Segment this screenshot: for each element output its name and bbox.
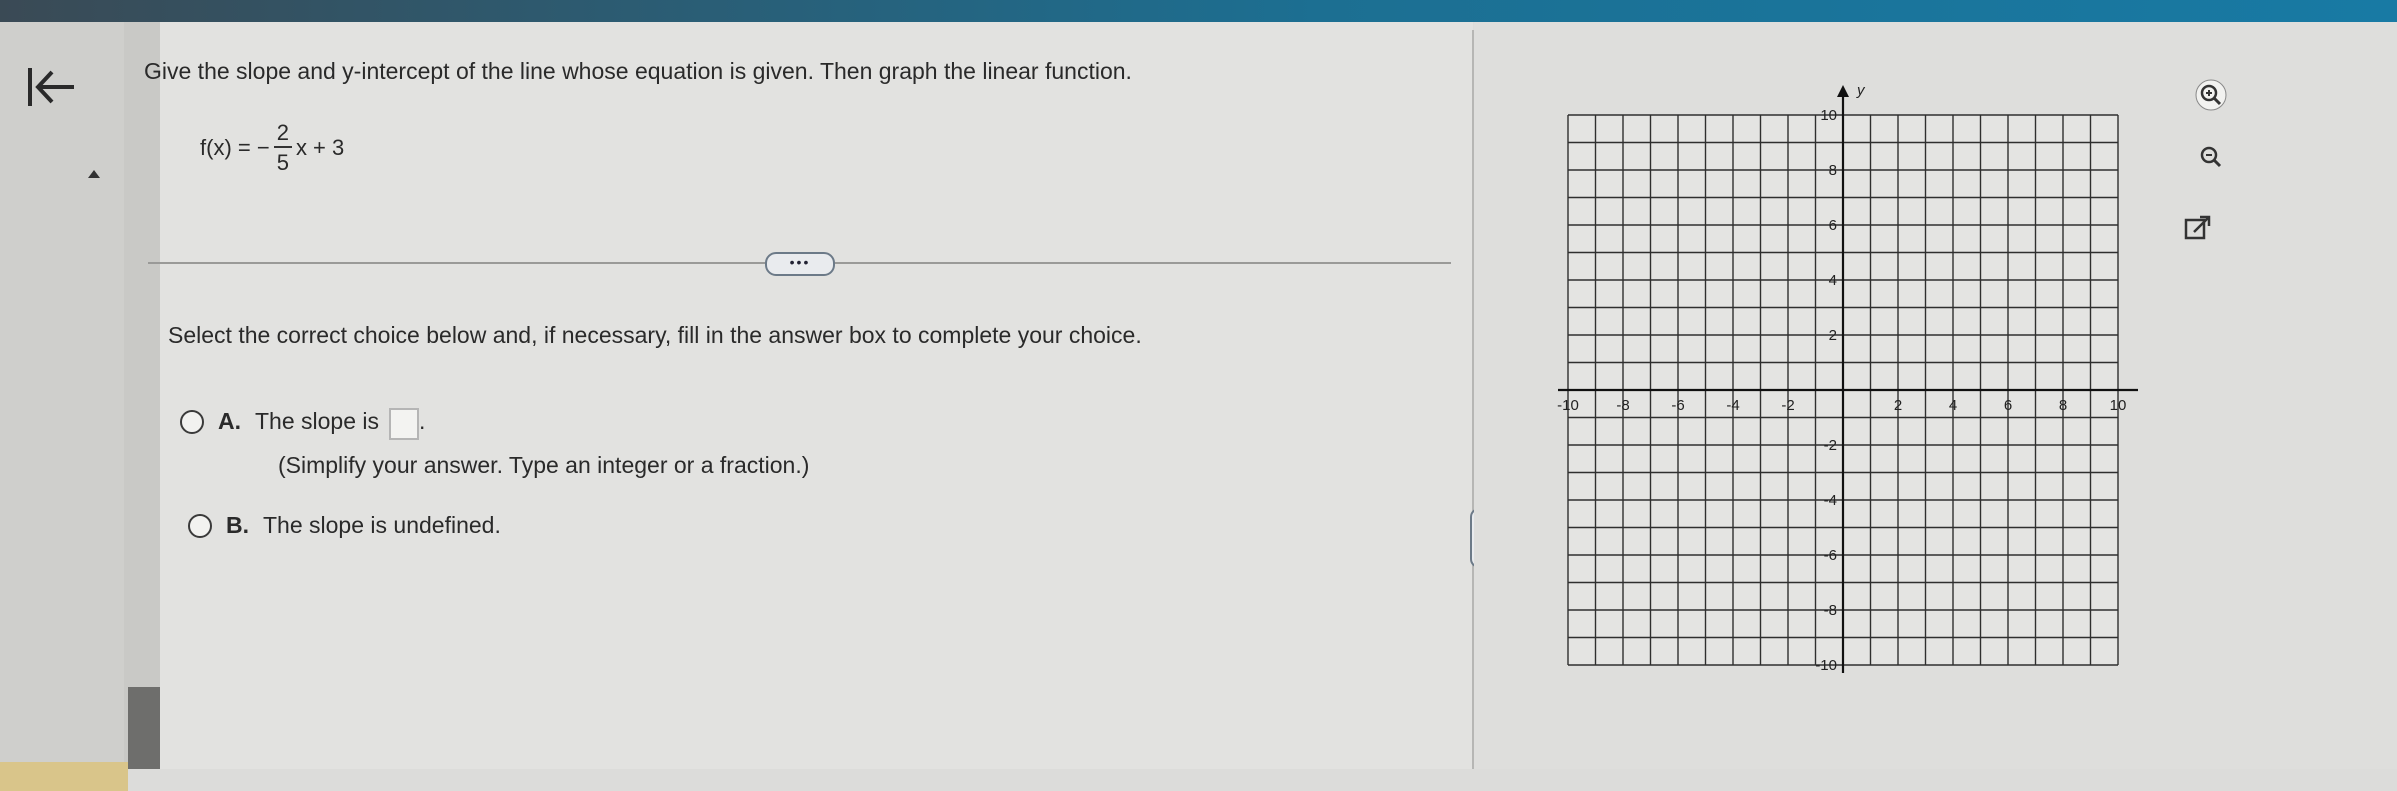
y-tick-label: 2 <box>1829 327 1837 344</box>
rail-strip <box>124 22 160 769</box>
y-tick-label: -8 <box>1824 602 1837 619</box>
instruction-text: Select the correct choice below and, if … <box>168 322 1142 348</box>
y-tick-label: 6 <box>1829 217 1837 234</box>
equation-rhs: x + 3 <box>295 135 345 160</box>
y-tick-label: 4 <box>1829 272 1837 289</box>
collapse-arrow-icon[interactable] <box>88 170 100 178</box>
choice-b-text: The slope is undefined. <box>263 512 501 538</box>
question-prompt: Give the slope and y-intercept of the li… <box>144 58 1132 84</box>
zoom-in-icon[interactable] <box>2194 78 2228 112</box>
choice-a-text: The slope is <box>255 408 380 434</box>
slope-answer-box[interactable] <box>389 408 420 440</box>
y-tick-label: -6 <box>1824 547 1837 564</box>
y-tick-label: -10 <box>1815 657 1837 674</box>
choice-b-radio[interactable] <box>188 514 212 538</box>
x-tick-label: -10 <box>1557 397 1579 414</box>
more-button[interactable]: ••• <box>765 252 835 276</box>
x-tick-label: -4 <box>1726 397 1739 414</box>
x-tick-label: 6 <box>2004 397 2012 414</box>
expand-icon[interactable] <box>2180 212 2214 246</box>
x-tick-label: -6 <box>1671 397 1684 414</box>
rail-scroll-thumb[interactable] <box>128 687 160 769</box>
choice-b-letter: B. <box>226 512 249 538</box>
zoom-out-icon[interactable] <box>2194 140 2228 174</box>
y-axis-label: y <box>1856 82 1866 99</box>
choice-a-suffix: . <box>419 408 426 434</box>
fraction-denominator: 5 <box>276 150 289 175</box>
left-rail <box>0 22 160 791</box>
x-tick-label: -2 <box>1781 397 1794 414</box>
choice-a-letter: A. <box>218 408 241 434</box>
choice-a[interactable]: A. The slope is . <box>180 408 425 440</box>
y-tick-label: -2 <box>1824 437 1837 454</box>
x-tick-label: 4 <box>1949 397 1957 414</box>
choice-a-radio[interactable] <box>180 410 204 434</box>
back-to-start-icon[interactable] <box>24 60 80 116</box>
coordinate-grid: xy-10-8-6-4-2246810108642-2-4-6-8-10 <box>1557 82 2152 674</box>
y-tick-label: -4 <box>1824 492 1837 509</box>
equation: f(x) = − 2 5 x + 3 <box>200 122 344 174</box>
y-tick-label: 8 <box>1829 162 1837 179</box>
equation-fraction: 2 5 <box>273 122 292 175</box>
choice-a-hint: (Simplify your answer. Type an integer o… <box>278 452 810 478</box>
y-axis-arrow <box>1837 85 1849 97</box>
rail-footer <box>0 762 128 791</box>
x-tick-label: 8 <box>2059 397 2067 414</box>
top-bar <box>0 0 2397 22</box>
x-tick-label: -8 <box>1616 397 1629 414</box>
question-pane <box>160 22 1473 769</box>
choice-b[interactable]: B. The slope is undefined. <box>188 512 501 539</box>
equation-lhs: f(x) = − <box>200 135 270 160</box>
fraction-numerator: 2 <box>273 122 292 148</box>
x-tick-label: 2 <box>1894 397 1902 414</box>
y-tick-label: 10 <box>1820 107 1837 124</box>
x-tick-label: 10 <box>2110 397 2127 414</box>
graph-area[interactable]: xy-10-8-6-4-2246810108642-2-4-6-8-10 <box>1548 60 2152 695</box>
